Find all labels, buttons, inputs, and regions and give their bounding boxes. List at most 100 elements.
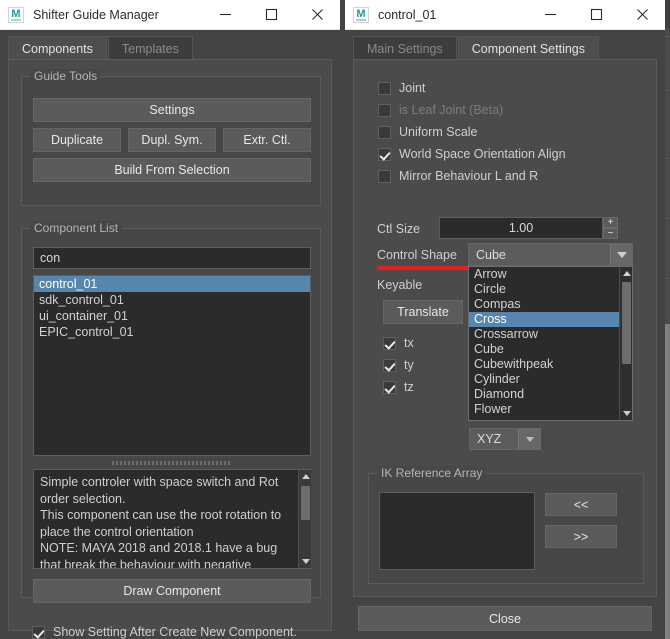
- scrollbar-thumb[interactable]: [622, 282, 631, 364]
- description-line: that break the behaviour with negative: [40, 557, 252, 569]
- tx-checkbox-row[interactable]: tx: [383, 336, 414, 350]
- control-shape-value: Cube: [476, 247, 506, 262]
- description-line: Simple controler with space switch and R…: [40, 475, 279, 489]
- maximize-icon[interactable]: [248, 0, 294, 30]
- maya-app-icon: M: [353, 6, 369, 23]
- draw-component-button[interactable]: Draw Component: [33, 579, 311, 603]
- show-setting-checkbox-row[interactable]: Show Setting After Create New Component.: [32, 625, 297, 639]
- tx-label: tx: [404, 336, 414, 350]
- maya-app-icon: M: [8, 6, 24, 23]
- scroll-up-icon[interactable]: [620, 267, 632, 280]
- ctl-size-value: 1.00: [508, 221, 534, 235]
- joint-checkbox-row[interactable]: Joint: [378, 81, 425, 95]
- control-shape-dropdown-list[interactable]: Arrow Circle Compas Cross Crossarrow Cub…: [468, 266, 633, 421]
- left-window-title: Shifter Guide Manager: [33, 7, 159, 22]
- list-item[interactable]: ui_container_01: [34, 308, 310, 324]
- chevron-down-icon[interactable]: [610, 244, 632, 265]
- ctl-size-decrement[interactable]: −: [603, 228, 618, 239]
- component-list-group: Component List con control_01 sdk_contro…: [21, 221, 321, 603]
- ty-checkbox[interactable]: [383, 358, 396, 372]
- right-titlebar[interactable]: M control_01: [345, 0, 665, 30]
- close-icon[interactable]: [619, 0, 665, 30]
- settings-button[interactable]: Settings: [33, 98, 311, 122]
- dropdown-item[interactable]: Crossarrow: [469, 327, 632, 342]
- ik-remove-button[interactable]: <<: [545, 493, 617, 516]
- ctl-size-increment[interactable]: +: [603, 217, 618, 228]
- dropdown-item[interactable]: Flower: [469, 402, 632, 417]
- control-shape-label: Control Shape: [377, 248, 457, 262]
- scrollbar-thumb[interactable]: [301, 486, 310, 520]
- ty-checkbox-row[interactable]: ty: [383, 358, 414, 372]
- close-button[interactable]: Close: [358, 606, 652, 631]
- scroll-down-icon[interactable]: [620, 407, 632, 420]
- tz-checkbox-row[interactable]: tz: [383, 380, 414, 394]
- tab-templates[interactable]: Templates: [107, 36, 193, 60]
- world-space-orientation-align-checkbox-row[interactable]: World Space Orientation Align: [378, 147, 566, 161]
- dropdown-item[interactable]: Compas: [469, 297, 632, 312]
- extr-ctl-button[interactable]: Extr. Ctl.: [223, 128, 311, 152]
- dropdown-item[interactable]: Circle: [469, 282, 632, 297]
- description-line: order selection.: [40, 491, 126, 506]
- uniform-scale-checkbox-row[interactable]: Uniform Scale: [378, 125, 478, 139]
- component-description: Simple controler with space switch and R…: [33, 469, 311, 569]
- close-icon[interactable]: [294, 0, 340, 30]
- ik-add-button[interactable]: >>: [545, 525, 617, 548]
- show-setting-label: Show Setting After Create New Component.: [53, 625, 297, 639]
- tz-label: tz: [404, 380, 414, 394]
- tab-component-settings[interactable]: Component Settings: [457, 36, 599, 60]
- mirror-behaviour-checkbox-row[interactable]: Mirror Behaviour L and R: [378, 169, 538, 183]
- rotate-order-value: XYZ: [477, 432, 502, 446]
- ik-reference-array-listbox[interactable]: [379, 492, 535, 570]
- ctl-size-stepper[interactable]: + −: [603, 217, 618, 239]
- chevron-down-icon[interactable]: [518, 429, 540, 449]
- joint-label: Joint: [399, 81, 426, 95]
- description-line: NOTE: MAYA 2018 and 2018.1 have a bug: [40, 541, 278, 555]
- world-space-orientation-align-label: World Space Orientation Align: [399, 147, 566, 161]
- world-space-orientation-align-checkbox[interactable]: [378, 147, 391, 161]
- description-line: This component can use the root rotation…: [40, 508, 282, 522]
- dropdown-item[interactable]: Arrow: [469, 267, 632, 282]
- show-setting-checkbox[interactable]: [32, 625, 45, 639]
- component-settings-tab-page: Joint is Leaf Joint (Beta) Uniform Scale…: [353, 59, 657, 597]
- is-leaf-joint-label: is Leaf Joint (Beta): [399, 103, 504, 117]
- tab-components[interactable]: Components: [8, 36, 107, 60]
- ctl-size-input[interactable]: 1.00: [439, 217, 603, 239]
- component-filter-input[interactable]: con: [33, 247, 311, 269]
- tx-checkbox[interactable]: [383, 336, 396, 350]
- joint-checkbox[interactable]: [378, 81, 391, 95]
- mirror-behaviour-checkbox[interactable]: [378, 169, 391, 183]
- tab-main-settings[interactable]: Main Settings: [353, 36, 457, 60]
- uniform-scale-checkbox[interactable]: [378, 125, 391, 139]
- dropdown-item[interactable]: Cube: [469, 342, 632, 357]
- rotate-order-combobox[interactable]: XYZ: [469, 428, 541, 450]
- dupl-sym-button[interactable]: Dupl. Sym.: [128, 128, 216, 152]
- list-item[interactable]: control_01: [34, 276, 310, 292]
- dropdown-item[interactable]: Cylinder: [469, 372, 632, 387]
- build-from-selection-button[interactable]: Build From Selection: [33, 158, 311, 182]
- control-shape-combobox[interactable]: Cube: [468, 243, 633, 266]
- dropdown-item[interactable]: Diamond: [469, 387, 632, 402]
- left-window-body: Components Templates Guide Tools Setting…: [0, 30, 340, 639]
- right-tabbar: Main Settings Component Settings: [353, 36, 600, 60]
- minimize-icon[interactable]: [527, 0, 573, 30]
- duplicate-button[interactable]: Duplicate: [33, 128, 121, 152]
- control-01-settings-window: M control_01 Main Settings Component Set…: [345, 0, 665, 639]
- minimize-icon[interactable]: [202, 0, 248, 30]
- dropdown-item[interactable]: Cross: [469, 312, 632, 327]
- description-scrollbar[interactable]: [298, 470, 311, 568]
- scroll-down-icon[interactable]: [299, 555, 312, 568]
- component-list-label: Component List: [30, 221, 123, 235]
- list-item[interactable]: sdk_control_01: [34, 292, 310, 308]
- maximize-icon[interactable]: [573, 0, 619, 30]
- dropdown-item[interactable]: Cubewithpeak: [469, 357, 632, 372]
- list-item[interactable]: EPIC_control_01: [34, 324, 310, 340]
- left-titlebar[interactable]: M Shifter Guide Manager: [0, 0, 340, 30]
- tz-checkbox[interactable]: [383, 380, 396, 394]
- screen: S g M Shifter Guide Manager: [0, 0, 670, 639]
- translate-button[interactable]: Translate: [383, 300, 463, 324]
- component-listbox[interactable]: control_01 sdk_control_01 ui_container_0…: [33, 275, 311, 456]
- dropdown-scrollbar[interactable]: [619, 267, 632, 420]
- scroll-up-icon[interactable]: [299, 470, 312, 483]
- uniform-scale-label: Uniform Scale: [399, 125, 478, 139]
- splitter-handle[interactable]: [112, 461, 232, 465]
